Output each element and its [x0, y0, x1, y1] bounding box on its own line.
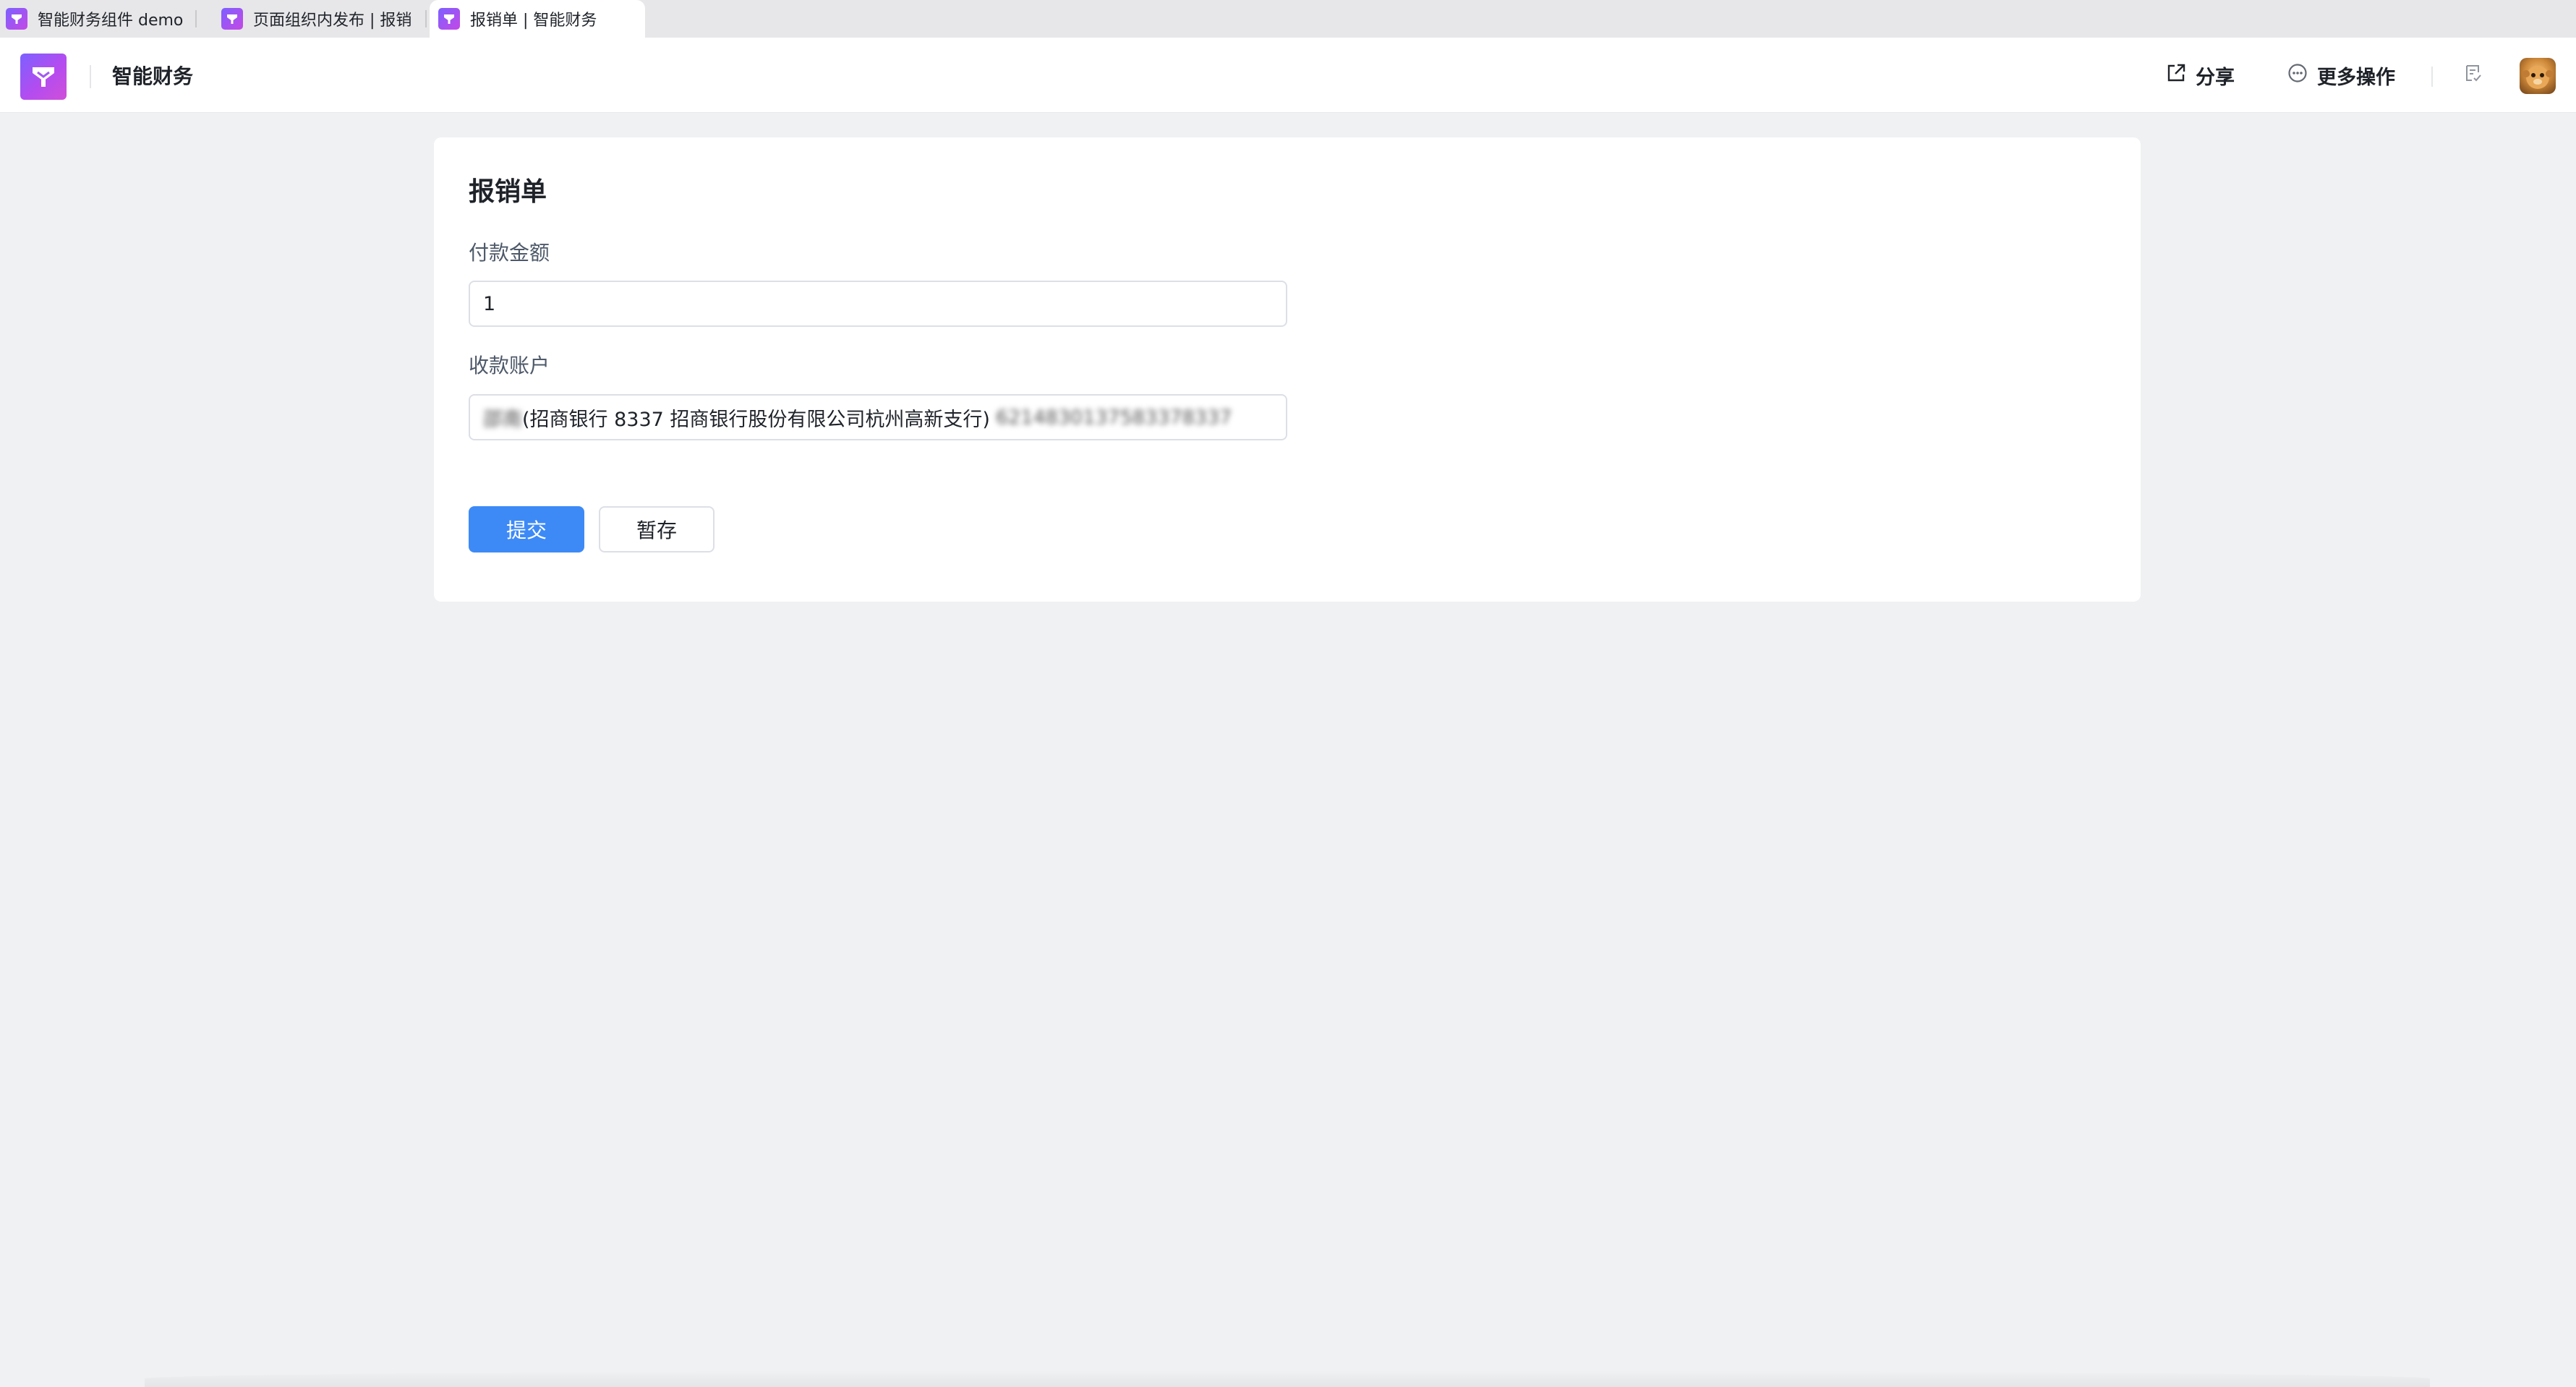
app-favicon-icon	[221, 8, 243, 30]
header-divider	[90, 65, 91, 88]
browser-tab-title: 页面组织内发布 | 报销	[253, 12, 411, 30]
app-title: 智能财务	[112, 64, 194, 88]
account-number-masked: 6214830137583378337	[995, 406, 1232, 429]
user-avatar[interactable]	[2520, 58, 2556, 94]
account-holder-masked: 邵南	[483, 408, 522, 431]
amount-label: 付款金额	[469, 241, 550, 265]
account-select[interactable]: 邵南 (招商银行 8337 招商银行股份有限公司杭州高新支行) 62148301…	[469, 394, 1287, 440]
tab-separator	[425, 10, 427, 27]
account-bank-info: (招商银行 8337 招商银行股份有限公司杭州高新支行)	[522, 408, 990, 431]
share-icon	[2165, 62, 2187, 89]
amount-input[interactable]: 1	[469, 281, 1287, 327]
bottom-edge-shadow	[145, 1370, 2430, 1387]
share-button[interactable]: 分享	[2165, 38, 2235, 113]
header-divider	[2431, 67, 2433, 87]
feedback-note-icon	[2462, 62, 2483, 89]
browser-tab-reimbursement[interactable]: 报销单 | 智能财务	[430, 0, 645, 38]
browser-tab-publish[interactable]: 页面组织内发布 | 报销	[221, 0, 411, 38]
app-favicon-icon	[438, 8, 460, 30]
more-actions-button[interactable]: 更多操作	[2287, 38, 2395, 113]
more-actions-label: 更多操作	[2317, 66, 2395, 89]
save-draft-button[interactable]: 暂存	[599, 506, 715, 552]
account-label: 收款账户	[469, 354, 550, 377]
more-circle-icon	[2287, 62, 2308, 89]
form-title: 报销单	[469, 177, 547, 207]
feedback-button[interactable]	[2462, 38, 2483, 113]
app-header: 智能财务 分享 更多操作	[0, 38, 2576, 113]
browser-tab-title: 智能财务组件 demo	[38, 12, 184, 30]
browser-tab-strip: 智能财务组件 demo 页面组织内发布 | 报销 报销单 | 智能财务	[0, 0, 2576, 38]
amount-value: 1	[483, 292, 496, 315]
browser-tab-demo[interactable]: 智能财务组件 demo	[6, 0, 195, 38]
app-favicon-icon	[6, 8, 27, 30]
browser-tab-title: 报销单 | 智能财务	[470, 12, 597, 30]
app-logo-icon[interactable]	[20, 54, 67, 100]
share-label: 分享	[2196, 66, 2235, 89]
tab-separator	[195, 10, 197, 27]
submit-button[interactable]: 提交	[469, 506, 584, 552]
